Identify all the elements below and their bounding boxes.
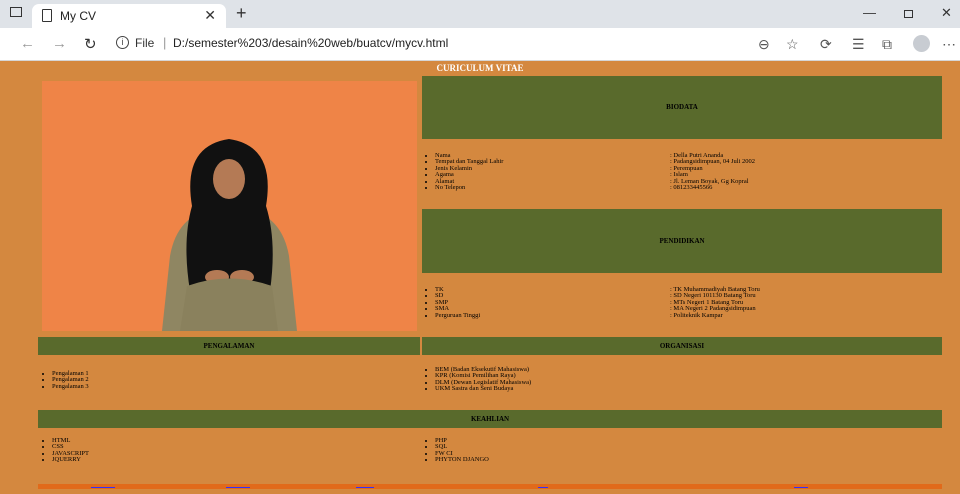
page-title: CURICULUM VITAE [436,63,524,73]
cv-page: CURICULUM VITAE BIODATA Nama Tempat dan … [0,61,960,494]
footer-link[interactable] [226,484,250,488]
list-item: PHYTON DJANGO [435,456,489,463]
organisasi-list: BEM (Badan Eksekutif Mahasiswa) KPR (Kom… [425,366,531,393]
window-close-icon[interactable]: ✕ [941,5,952,21]
pendidikan-list: TK SD SMP SMA Perguruan Tinggi [425,286,480,319]
keahlian-right-list: PHP SQL FW CI PHYTON DJANGO [425,437,489,464]
list-item: No Telepon [435,184,503,191]
value-text: : Politeknik Kampar [670,311,723,319]
window-icon[interactable] [10,7,22,17]
plus-icon[interactable]: + [236,3,247,24]
keahlian-heading: KEAHLIAN [38,410,942,428]
pendidikan-heading: PENDIDIKAN [422,209,942,273]
close-icon[interactable]: ✕ [204,7,216,24]
zoom-icon[interactable]: ⊖ [758,36,770,53]
list-item: JQUERRY [52,456,89,463]
tab-title: My CV [60,9,96,23]
address-separator: | [163,35,167,50]
tab-mycv[interactable]: My CV ✕ [32,4,226,28]
page-icon [42,9,52,22]
tab-bar: My CV ✕ + — ✕ [0,0,960,28]
reload-icon[interactable]: ↻ [84,35,97,53]
collections-icon[interactable]: ⧉ [882,36,892,53]
biodata-list: Nama Tempat dan Tanggal Lahir Jenis Kela… [425,152,503,191]
footer-link[interactable] [91,484,115,488]
pengalaman-heading: PENGALAMAN [38,337,420,355]
more-icon[interactable]: ⋯ [942,36,956,53]
url-text[interactable]: D:/semester%203/desain%20web/buatcv/mycv… [173,36,448,50]
biodata-heading: BIODATA [422,76,942,139]
profile-icon[interactable] [913,35,930,52]
back-arrow-icon[interactable]: ← [20,35,35,52]
value-text: : 081233445566 [670,184,713,192]
star-plus-icon[interactable]: ☆ [786,36,799,53]
footer-nav [38,484,942,489]
list-item: Perguruan Tinggi [435,312,480,319]
forward-arrow-icon[interactable]: → [52,35,67,52]
keahlian-left-list: HTML CSS JAVASCRIPT JQUERRY [42,437,89,464]
extensions-icon[interactable]: ⟳ [820,36,832,53]
address-protocol: File [135,36,155,50]
favorites-icon[interactable]: ☰ [852,36,865,53]
footer-link[interactable] [538,484,548,488]
info-icon[interactable]: i [116,36,129,49]
footer-link[interactable] [794,484,808,488]
footer-link[interactable] [356,484,374,488]
address-bar-row: ← → ↻ i File | D:/semester%203/desain%20… [0,28,960,61]
address-bar[interactable]: i File | D:/semester%203/desain%20web/bu… [110,32,766,56]
profile-photo [42,81,417,331]
biodata-values: : Della Putri Ananda : Padangsidimpuan, … [670,152,755,192]
minimize-icon[interactable]: — [863,5,876,20]
list-item: UKM Sastra dan Seni Budaya [435,385,531,392]
pendidikan-values: : TK Muhammadiyah Batang Toru : SD Neger… [670,286,760,319]
restore-icon[interactable] [904,10,913,18]
list-item: Pengalaman 3 [52,383,89,390]
pengalaman-list: Pengalaman 1 Pengalaman 2 Pengalaman 3 [42,370,89,390]
organisasi-heading: ORGANISASI [422,337,942,355]
